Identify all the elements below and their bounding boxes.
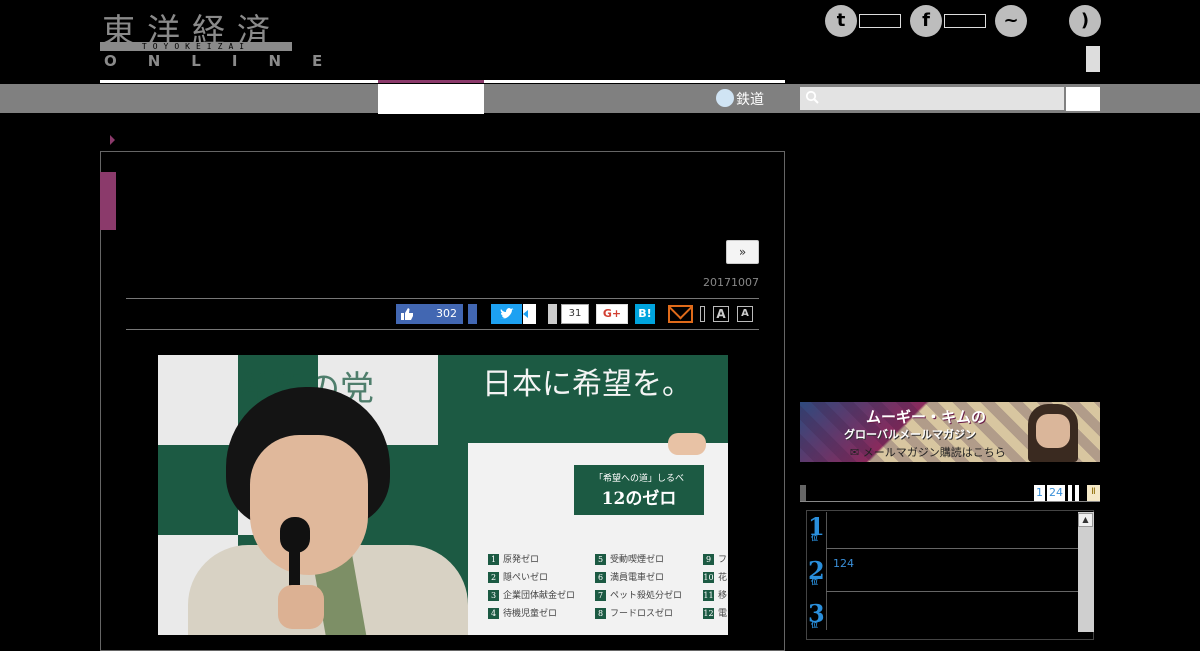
photo-hand [278,585,324,629]
facebook-icon[interactable]: f [910,5,942,37]
next-page-button[interactable]: » [726,240,759,264]
zero-item: 2 隠ぺいゼロ [488,570,548,583]
ad-subtitle: グローバルメールマガジン [844,428,976,441]
ad-portrait-face [1036,414,1070,448]
article-date: 20171007 [703,276,759,289]
zero-item: 9フ [703,552,727,565]
messenger-icon[interactable]: ~ [995,5,1027,37]
zero-item: 5 受動喫煙ゼロ [595,552,664,565]
ranking-tab[interactable] [1075,485,1079,501]
rss-icon[interactable]: ) [1069,5,1101,37]
search-input[interactable] [800,87,1064,110]
twitter-count [523,304,536,324]
mail-magazine-ad-banner[interactable]: ムーギー・キムの グローバルメールマガジン ✉ メールマガジン購読はこちら [800,402,1100,462]
backdrop-tile [158,355,238,445]
twitter-share-button[interactable] [491,304,522,324]
comment-count[interactable]: 31 [561,304,589,324]
zero-item: 10 花 [703,572,728,583]
ranking-header-line [800,501,1100,502]
ranking-tab[interactable] [1068,485,1072,501]
share-divider-top [126,298,759,299]
header-login-button[interactable] [1086,46,1100,72]
ranking-row-divider [826,591,1078,592]
photo-person-face [250,435,368,575]
search-button[interactable] [1066,87,1100,111]
train-icon [716,89,734,107]
share-divider-bottom [126,329,759,330]
share-separator [700,306,705,322]
board-subtitle: 「希望への道」しるべ [593,474,684,484]
ranking-list [806,510,1094,640]
like-count: 302 [436,307,457,320]
ranking-row-divider [826,548,1078,549]
ranking-column-divider [826,512,827,630]
facebook-count-box [944,14,986,28]
breadcrumb-arrow-icon [110,135,115,145]
ranking-header-accent [800,485,806,502]
ranking-tab-1[interactable]: 1 [1034,485,1045,501]
nav-item-tetsudo[interactable]: 鉄道 [716,89,764,109]
nav-tab-active[interactable] [378,84,484,114]
rank-number-2: 2位 [808,556,825,586]
twitter-icon[interactable]: t [825,5,857,37]
rank-number-1: 1位 [808,512,825,542]
ad-cta: ✉ メールマガジン購読はこちら [850,446,1006,459]
logo-online[interactable]: ONLINE [104,52,353,70]
photo-board-title: 「希望への道」しるべ 12のゼロ [574,465,704,515]
photo-hand [668,433,706,455]
search-icon [805,90,819,104]
google-plus-button[interactable]: G+ [596,304,628,324]
zero-item: 12 電 [703,608,728,619]
zero-item: 6 満員電車ゼロ [595,570,664,583]
zero-item: 3 企業団体献金ゼロ [488,588,575,601]
article-photo: 希望の党 日本に希望を。 「希望への道」しるべ 12のゼロ 1原発ゼロ 2隠ぺい… [158,355,728,635]
zero-item: 8 フードロスゼロ [595,606,673,619]
nav-item-tetsudo-label: 鉄道 [736,92,764,108]
zero-item: 7 ペット殺処分ゼロ [595,588,682,601]
thumbs-up-icon [401,304,414,328]
zero-item: 1 原発ゼロ [488,552,539,565]
logo-romaji: TOYOKEIZAI [100,42,292,51]
ranking-tab[interactable]: Ⅱ [1087,485,1100,501]
twitter-icon [499,308,514,319]
ranking-scrollbar[interactable] [1078,512,1094,632]
rank-number-3: 3位 [808,599,825,629]
facebook-share-button[interactable] [468,304,477,324]
hatena-bookmark-button[interactable]: B! [635,304,655,324]
ad-title: ムーギー・キムの [866,408,987,426]
article-title-accent [100,172,116,230]
facebook-like-button[interactable]: 302 [396,304,463,324]
twitter-count-box [859,14,901,28]
font-large-button[interactable]: A [713,306,729,322]
font-small-button[interactable]: A [737,306,753,322]
scroll-up-arrow-icon[interactable]: ▲ [1078,513,1093,527]
nav-divider [100,80,378,83]
zero-item: 11 移 [703,590,728,601]
nav-divider [484,80,785,83]
nav-active-indicator [378,80,484,83]
zero-item: 4 待機児童ゼロ [488,606,557,619]
rank-item-2-text[interactable]: 124 [833,557,854,570]
photo-banner-text: 日本に希望を。 [482,367,692,402]
mail-icon[interactable] [668,305,693,323]
pocket-button[interactable] [548,304,557,324]
board-title: 12のゼロ [601,489,677,509]
ranking-tab-24[interactable]: 24 [1047,485,1065,501]
